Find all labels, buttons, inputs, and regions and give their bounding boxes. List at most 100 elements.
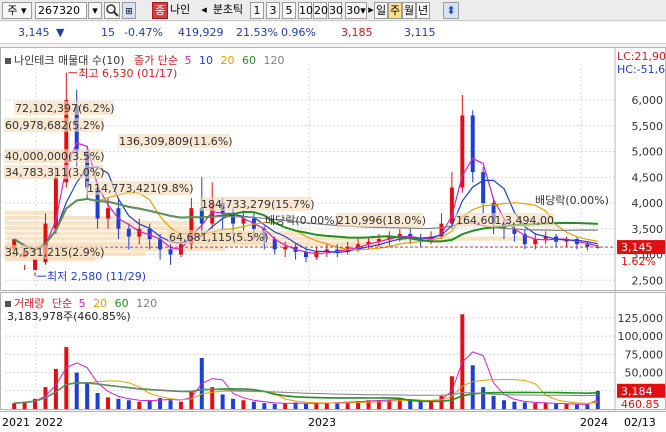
volume-bar — [95, 392, 100, 409]
volume-y-tick: 125,000 — [618, 312, 664, 325]
code-dropdown-button[interactable]: ▾ — [88, 2, 102, 19]
volume-bar — [189, 390, 194, 409]
candle-body — [106, 208, 110, 219]
interval-custom-value: 30 — [346, 4, 361, 17]
vol-ma-legend-120: 120 — [136, 297, 158, 310]
market-type-label: 주 — [7, 4, 18, 17]
dividend-annotation-2: 배당락(0.00%) — [535, 194, 609, 207]
turnover-pct: 21.53% — [236, 26, 278, 39]
volume-profile-label: 40,000,000(3.5%) — [5, 150, 105, 163]
volume-bar — [106, 397, 110, 409]
volume-y-tick: 50,000 — [625, 367, 664, 380]
volume-chart-panel[interactable]: 125,000100,00075,00050,00025,0003,184460… — [0, 292, 666, 411]
prev-arrow-icon[interactable]: ◂ — [200, 2, 208, 19]
volume-bar — [314, 403, 319, 409]
volume-bar — [522, 402, 527, 409]
related-stocks-label: ⊞ — [125, 7, 133, 17]
candle-body — [272, 239, 277, 250]
x-axis-label-2021: 2021 — [2, 416, 30, 429]
volume-bar — [116, 398, 121, 409]
volume-bar — [543, 403, 548, 409]
corner-hc-label: HC:-51,6 — [617, 63, 666, 76]
chart-settings-icon[interactable] — [5, 301, 11, 307]
volume-profile-label: 210,996(18.0%) — [337, 214, 426, 227]
interval-30[interactable]: 30 — [328, 2, 343, 19]
ma-legend-60: 60 — [242, 54, 257, 67]
volume-profile-label: 34,531,215(2.9%) — [5, 246, 105, 259]
period-month-tab[interactable]: 월 — [402, 2, 416, 19]
chevron-down-icon: ▾ — [21, 4, 27, 17]
volume-bar — [220, 394, 225, 409]
period-week-tab[interactable]: 주 — [388, 2, 402, 19]
volume-bar — [231, 398, 236, 409]
stock-code-input[interactable]: 267320 — [35, 2, 87, 19]
volume-y-tick: 75,000 — [625, 348, 664, 361]
down-triangle-icon: ▼ — [56, 26, 65, 39]
day-high: 3,185 — [341, 26, 373, 39]
tick-period-tab[interactable]: 분초틱 — [209, 2, 247, 19]
volume-bar — [512, 401, 517, 409]
stock-group-tag[interactable]: 종 — [152, 2, 168, 19]
volume-profile-label: 34,783,311(3.0%) — [5, 166, 105, 179]
x-axis-label-2022: 2022 — [35, 416, 63, 429]
volume-bar — [304, 403, 308, 409]
candle-body — [356, 244, 361, 247]
price-change: 15 — [101, 26, 115, 39]
interval-1[interactable]: 1 — [250, 2, 264, 19]
price-y-tick: 3,500 — [632, 223, 664, 236]
current-volume-tag: 3,184 — [621, 385, 653, 398]
ma-legend-120: 120 — [263, 54, 285, 67]
volume-bar — [564, 403, 569, 409]
price-chart-canvas: 6,0005,5005,0004,5004,0003,5003,0002,500… — [4, 48, 665, 292]
volume-profile-legend: 나인테크 매물대 수(10) — [14, 54, 125, 67]
stock-name: 나인 — [170, 3, 191, 16]
volume-bar — [168, 400, 173, 409]
volume-bar — [262, 403, 267, 409]
price-y-tick: 6,000 — [632, 94, 664, 107]
ma-legend-5: 5 — [184, 54, 192, 67]
candle-body — [126, 228, 131, 237]
volume-bar — [85, 383, 90, 409]
volume-profile-bar — [5, 226, 205, 231]
candle-body — [481, 172, 486, 204]
magnifier-glyph — [106, 4, 119, 17]
ma-legend-20: 20 — [220, 54, 235, 67]
price-y-tick: 4,500 — [632, 171, 664, 184]
interval-20[interactable]: 20 — [313, 2, 328, 19]
ma-legend-10: 10 — [199, 54, 214, 67]
up-down-arrow-icon[interactable]: ⬍ — [443, 2, 459, 19]
price-chart-panel[interactable]: 6,000 5,500 5,000 4,500 4,000 3,500 3,000 2,500… — [0, 47, 666, 292]
volume-profile-label: 164,601,3,494,00 — [456, 214, 554, 227]
volume-bar — [126, 400, 131, 409]
current-pct-tag: 1.62% — [621, 255, 656, 268]
interval-3[interactable]: 3 — [266, 2, 280, 19]
period-year-tab[interactable]: 년 — [416, 2, 430, 19]
current-price: 3,145 — [18, 26, 50, 39]
volume-bar — [481, 387, 486, 409]
trade-volume: 419,929 — [178, 26, 224, 39]
candle-body — [314, 251, 319, 258]
volume-profile-label: 60,978,682(5.2%) — [5, 119, 105, 132]
quote-bar: 3,145 ▼ 15 -0.47% 419,929 21.53% 0.96% 3… — [0, 22, 666, 44]
x-axis-end-date: 02/13 — [624, 416, 656, 429]
interval-custom-select[interactable]: 30▾ — [345, 2, 367, 19]
period-day-tab[interactable]: 일 — [374, 2, 388, 19]
price-y-tick: 4,000 — [632, 197, 664, 210]
volume-bar — [178, 401, 183, 409]
market-type-select[interactable]: 주 ▾ — [2, 2, 32, 19]
x-axis-label-2023: 2023 — [308, 416, 336, 429]
candle-body — [533, 239, 538, 245]
volume-bar — [251, 401, 256, 409]
interval-10[interactable]: 10 — [298, 2, 313, 19]
volume-bar — [533, 403, 538, 409]
chevron-down-icon: ▾ — [360, 4, 366, 17]
volume-bar — [470, 365, 475, 409]
volume-ma-line — [14, 378, 598, 404]
price-y-tick: 5,500 — [632, 120, 664, 133]
volume-bar — [147, 400, 152, 409]
related-stocks-button[interactable]: ⊞ — [122, 2, 136, 19]
volume-bar — [272, 403, 277, 409]
chart-settings-icon[interactable] — [5, 58, 11, 64]
search-icon[interactable] — [104, 2, 120, 19]
interval-5[interactable]: 5 — [282, 2, 296, 19]
